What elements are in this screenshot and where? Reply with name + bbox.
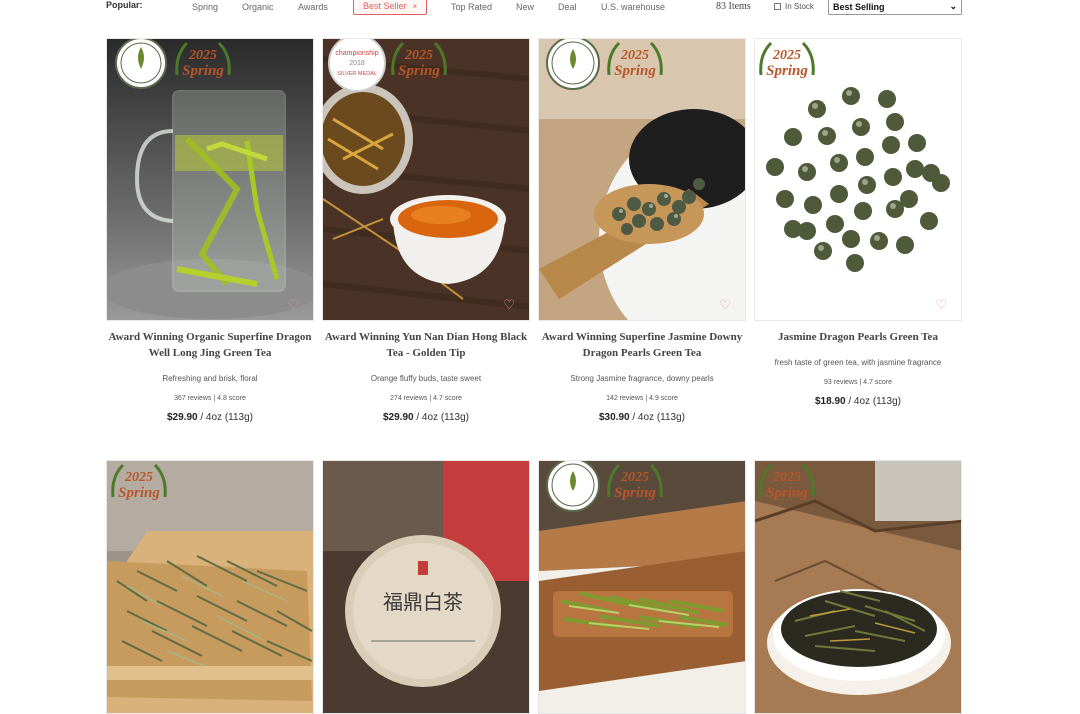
sort-select-value: Best Selling (833, 2, 885, 12)
product-description: fresh taste of green tea, with jasmine f… (774, 358, 942, 367)
wishlist-heart-icon[interactable]: ♡ (935, 297, 947, 313)
spring-badge-year: 2025 (620, 48, 649, 63)
spring-2025-badge: 2025 Spring (173, 39, 233, 87)
silver-medal-icon: championship 2018 SILVER MEDAL (328, 39, 386, 92)
spring-badge-word: Spring (614, 63, 656, 79)
filter-chip-organic[interactable]: Organic (242, 2, 274, 12)
spring-badge-word: Spring (118, 485, 160, 501)
product-title[interactable]: Award Winning Organic Superfine Dragon W… (104, 329, 316, 361)
product-image[interactable]: 2025 Spring (754, 460, 962, 714)
spring-badge-year: 2025 (124, 470, 153, 485)
product-price: $29.90 / 4oz (113g) (322, 412, 530, 423)
product-price-unit: / 4oz (113g) (413, 412, 469, 423)
spring-badge-word: Spring (766, 63, 808, 79)
product-price: $29.90 / 4oz (113g) (106, 412, 314, 423)
chevron-down-icon: ⌄ (949, 1, 957, 11)
spring-2025-badge: 2025 Spring (605, 39, 665, 87)
sort-select[interactable]: Best Selling ⌄ (828, 0, 962, 15)
popular-label: Popular: (106, 0, 143, 10)
medal-text: SILVER MEDAL (337, 71, 377, 77)
in-stock-checkbox[interactable] (774, 3, 781, 10)
close-icon[interactable]: × (413, 2, 418, 11)
award-seal-icon (546, 461, 600, 512)
spring-2025-badge: 2025 Spring (109, 461, 169, 509)
in-stock-filter[interactable]: In Stock (774, 2, 814, 11)
product-image[interactable]: 2025 Spring (106, 460, 314, 714)
product-title[interactable]: Award Winning Yun Nan Dian Hong Black Te… (320, 329, 532, 361)
filter-chip-new[interactable]: New (516, 2, 534, 12)
spring-2025-badge: 2025 Spring (605, 461, 665, 509)
product-image[interactable]: 2025 Spring ♡ (538, 38, 746, 321)
medal-title: championship (335, 50, 378, 57)
product-price-amount: $30.90 (599, 412, 630, 423)
spring-badge-year: 2025 (404, 48, 433, 63)
spring-badge-year: 2025 (620, 470, 649, 485)
product-image[interactable]: 2025 Spring ♡ (754, 38, 962, 321)
spring-2025-badge: 2025 Spring (757, 461, 817, 509)
product-title[interactable]: Award Winning Superfine Jasmine Downy Dr… (536, 329, 748, 361)
tea-cake-label: 福鼎白茶 (383, 590, 463, 614)
items-count: 83 Items (716, 1, 751, 12)
spring-2025-badge: 2025 Spring (389, 39, 449, 87)
product-price-unit: / 4oz (113g) (845, 396, 901, 407)
product-price-unit: / 4oz (113g) (197, 412, 253, 423)
product-price-amount: $18.90 (815, 396, 846, 407)
spring-2025-badge: 2025 Spring (757, 39, 817, 87)
product-price: $18.90 / 4oz (113g) (754, 396, 962, 407)
award-seal-icon (546, 39, 600, 90)
spring-badge-year: 2025 (188, 48, 217, 63)
spring-badge-word: Spring (398, 63, 440, 79)
wishlist-heart-icon[interactable]: ♡ (503, 297, 515, 313)
product-reviews: 367 reviews | 4.8 score (174, 395, 246, 402)
spring-badge-word: Spring (766, 485, 808, 501)
medal-year: 2018 (349, 60, 365, 67)
filter-chip-awards[interactable]: Awards (298, 2, 328, 12)
product-image[interactable]: 2025 Spring ♡ (106, 38, 314, 321)
award-seal-icon (115, 39, 167, 89)
filter-chip-us-warehouse[interactable]: U.S. warehouse (601, 2, 665, 12)
product-price: $30.90 / 4oz (113g) (538, 412, 746, 423)
product-image[interactable]: championship 2018 SILVER MEDAL 2025 Spri… (322, 38, 530, 321)
wishlist-heart-icon[interactable]: ♡ (719, 297, 731, 313)
filter-chip-best-seller[interactable]: Best Seller × (353, 0, 428, 15)
filter-bar: Popular: Spring Organic Awards Best Sell… (0, 0, 1080, 18)
product-title[interactable]: Jasmine Dragon Pearls Green Tea (752, 329, 964, 345)
product-description: Strong Jasmine fragrance, downy pearls (570, 374, 714, 383)
product-price-unit: / 4oz (113g) (629, 412, 685, 423)
in-stock-label: In Stock (785, 2, 814, 11)
spring-badge-word: Spring (614, 485, 656, 501)
filter-chip-top-rated[interactable]: Top Rated (451, 2, 492, 12)
spring-badge-year: 2025 (772, 470, 801, 485)
product-reviews: 93 reviews | 4.7 score (824, 379, 892, 386)
product-image[interactable]: 福鼎白茶 (322, 460, 530, 714)
product-reviews: 142 reviews | 4.9 score (606, 395, 678, 402)
wishlist-heart-icon[interactable]: ♡ (287, 297, 299, 313)
product-price-amount: $29.90 (167, 412, 198, 423)
spring-badge-year: 2025 (772, 48, 801, 63)
filter-chip-best-seller-label: Best Seller (363, 1, 407, 11)
product-description: Refreshing and brisk, floral (162, 374, 258, 383)
spring-badge-word: Spring (182, 63, 224, 79)
product-price-amount: $29.90 (383, 412, 414, 423)
product-reviews: 274 reviews | 4.7 score (390, 395, 462, 402)
product-description: Orange fluffy buds, taste sweet (370, 374, 482, 383)
filter-chip-spring[interactable]: Spring (192, 2, 218, 12)
filter-chip-deal[interactable]: Deal (558, 2, 577, 12)
product-image[interactable]: 2025 Spring (538, 460, 746, 714)
